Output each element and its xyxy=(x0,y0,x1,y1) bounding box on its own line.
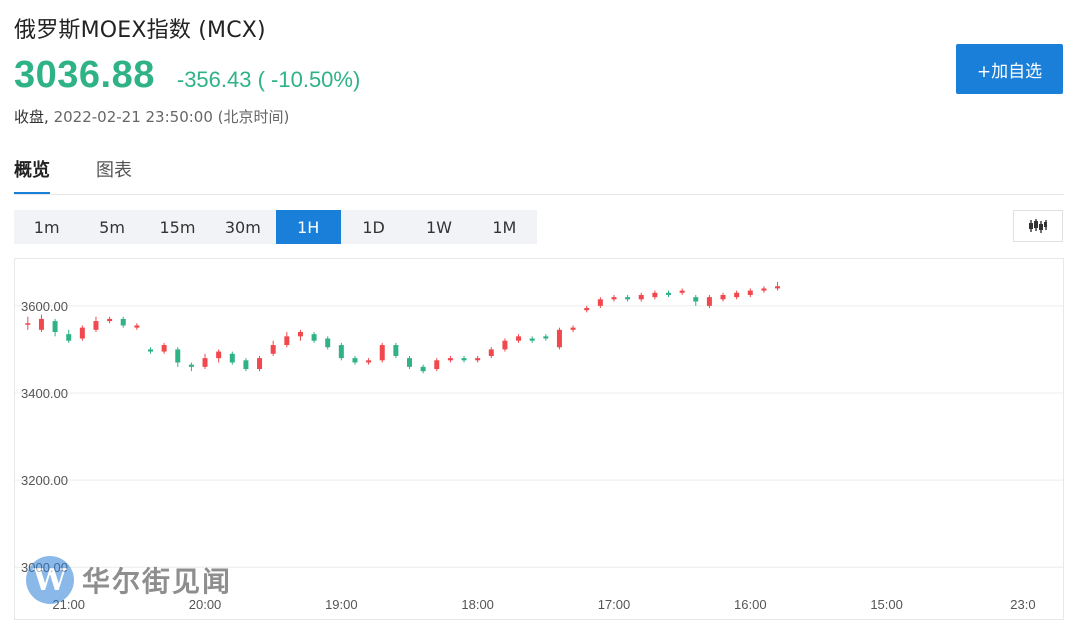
candle-body xyxy=(25,323,31,325)
candle-body xyxy=(52,321,58,332)
candle-body xyxy=(257,358,263,370)
candle-body xyxy=(175,349,181,363)
candle-body xyxy=(543,336,549,339)
x-tick-label: 23:0 xyxy=(1010,597,1035,612)
x-tick-label: 15:00 xyxy=(870,597,903,612)
candle-body xyxy=(734,292,740,298)
watermark-text: 华尔街见闻 xyxy=(82,565,233,598)
period-1m[interactable]: 1m xyxy=(14,210,79,244)
x-tick-label: 19:00 xyxy=(325,597,358,612)
candle-body xyxy=(38,318,44,330)
candle-body xyxy=(720,294,726,300)
tab-chart[interactable]: 图表 xyxy=(96,156,132,195)
candle-body xyxy=(107,318,113,322)
candle-body xyxy=(597,299,603,306)
chart-type-button[interactable] xyxy=(1013,210,1063,242)
last-price: 3036.88 xyxy=(14,54,155,96)
period-1h[interactable]: 1H xyxy=(275,210,341,244)
candle-body xyxy=(747,290,753,295)
add-to-watchlist-button[interactable]: +加自选 xyxy=(956,44,1063,94)
candle-body xyxy=(529,338,535,341)
status-label: 收盘, xyxy=(14,108,49,126)
candle-body xyxy=(761,288,767,291)
candle-body xyxy=(216,351,222,359)
candle-body xyxy=(93,321,99,330)
candle-body xyxy=(611,297,617,300)
candle-body xyxy=(229,353,235,363)
candle-body xyxy=(679,290,685,293)
candle-body xyxy=(366,360,372,363)
market-status: 收盘, 2022-02-21 23:50:00 (北京时间) xyxy=(14,106,289,127)
price-row: 3036.88 -356.43 ( -10.50%) xyxy=(14,54,360,97)
candle-body xyxy=(775,286,781,289)
candle-body xyxy=(161,345,167,352)
x-tick-label: 18:00 xyxy=(461,597,494,612)
period-15m[interactable]: 15m xyxy=(145,210,210,244)
close-timestamp: 2022-02-21 23:50:00 (北京时间) xyxy=(53,108,290,126)
candle-body xyxy=(475,358,481,361)
candle-body xyxy=(693,297,699,302)
candle-body xyxy=(516,336,522,341)
candle-body xyxy=(570,327,576,330)
candle-body xyxy=(447,358,453,361)
candle-body xyxy=(243,360,249,370)
watermark-logo: W xyxy=(26,556,74,604)
candle-body xyxy=(202,358,208,367)
candle-body xyxy=(556,329,562,348)
candle-body xyxy=(352,358,358,363)
candle-body xyxy=(584,308,590,311)
period-1w[interactable]: 1W xyxy=(406,210,471,244)
candle-body xyxy=(134,325,140,328)
candle-body xyxy=(66,334,72,341)
candle-body xyxy=(188,364,194,367)
period-30m[interactable]: 30m xyxy=(210,210,275,244)
candle-body xyxy=(311,334,317,341)
candle-body xyxy=(625,297,631,300)
candle-body xyxy=(325,338,331,348)
y-tick-label: 3200.00 xyxy=(21,473,68,488)
candle-body xyxy=(461,358,467,361)
candle-body xyxy=(393,345,399,356)
view-tabs: 概览 图表 xyxy=(14,156,132,195)
y-tick-label: 3400.00 xyxy=(21,386,68,401)
instrument-title: 俄罗斯MOEX指数 (MCX) xyxy=(14,18,266,43)
candle-body xyxy=(297,331,303,337)
candle-body xyxy=(379,345,385,361)
candle-body xyxy=(284,336,290,346)
candlestick-chart-icon xyxy=(1029,219,1047,233)
candle-body xyxy=(502,340,508,350)
candle-body xyxy=(148,349,153,352)
x-tick-label: 17:00 xyxy=(598,597,631,612)
candle-body xyxy=(488,349,494,356)
candle-body xyxy=(706,297,712,306)
candle-body xyxy=(638,294,644,300)
period-1d[interactable]: 1D xyxy=(341,210,406,244)
candle-body xyxy=(338,345,344,359)
x-tick-label: 16:00 xyxy=(734,597,767,612)
period-5m[interactable]: 5m xyxy=(79,210,144,244)
tab-overview[interactable]: 概览 xyxy=(14,156,50,195)
candle-body xyxy=(120,318,126,326)
candle-body xyxy=(420,366,426,372)
candle-body xyxy=(79,327,85,339)
candle-body xyxy=(652,292,658,298)
candle-body xyxy=(434,360,440,370)
candle-body xyxy=(407,358,412,367)
period-1mo[interactable]: 1M xyxy=(472,210,537,244)
period-selector: 1m 5m 15m 30m 1H 1D 1W 1M xyxy=(14,210,537,244)
watermark: W 华尔街见闻 xyxy=(26,556,232,604)
candle-body xyxy=(270,345,276,354)
price-change: -356.43 ( -10.50%) xyxy=(176,67,361,92)
tab-divider xyxy=(14,194,1064,195)
candle-body xyxy=(666,292,671,295)
y-tick-label: 3600.00 xyxy=(21,299,68,314)
